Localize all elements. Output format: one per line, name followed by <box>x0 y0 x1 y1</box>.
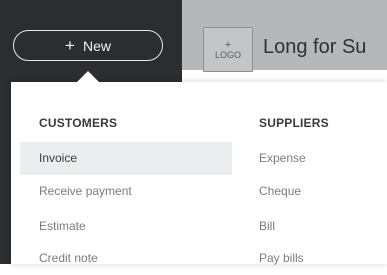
plus-icon: + <box>65 36 75 55</box>
suppliers-heading: SUPPLIERS <box>259 116 329 130</box>
menu-item-credit-note[interactable]: Credit note <box>39 242 98 275</box>
logo-label: LOGO <box>214 49 241 60</box>
menu-item-invoice[interactable]: Invoice <box>20 142 232 175</box>
menu-item-bill[interactable]: Bill <box>259 210 275 243</box>
logo-plus-icon: + <box>224 38 232 51</box>
menu-caret <box>77 71 99 82</box>
new-button-label: New <box>82 37 111 54</box>
menu-item-estimate[interactable]: Estimate <box>39 210 86 243</box>
menu-item-expense[interactable]: Expense <box>259 142 306 175</box>
menu-item-cheque[interactable]: Cheque <box>259 175 301 208</box>
new-button[interactable]: + New <box>13 30 163 61</box>
menu-item-pay-bills[interactable]: Pay bills <box>259 242 304 275</box>
company-name: Long for Su <box>263 36 367 58</box>
menu-item-receive-payment[interactable]: Receive payment <box>39 175 132 208</box>
company-logo-placeholder[interactable]: + LOGO <box>203 27 253 72</box>
customers-heading: CUSTOMERS <box>39 116 118 130</box>
